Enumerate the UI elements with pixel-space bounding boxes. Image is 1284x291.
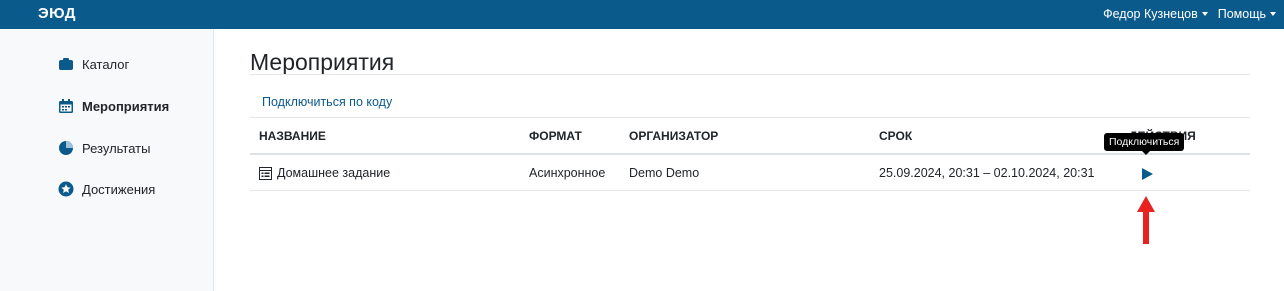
- annotation-arrow-icon: [1137, 196, 1155, 244]
- sidebar: Каталог Мероприятия Результаты Достижени…: [0, 29, 214, 291]
- event-format: Асинхронное: [529, 166, 606, 180]
- sidebar-item-events[interactable]: Мероприятия: [58, 98, 169, 114]
- event-name: Домашнее задание: [277, 166, 391, 180]
- divider: [250, 74, 1250, 75]
- chevron-down-icon: [1270, 12, 1276, 16]
- star-badge-icon: [58, 181, 74, 197]
- event-period: 25.09.2024, 20:31 – 02.10.2024, 20:31: [879, 166, 1095, 180]
- top-navbar: ЭЮД Федор Кузнецов Помощь: [0, 0, 1284, 29]
- column-header-name[interactable]: НАЗВАНИЕ: [259, 129, 326, 143]
- top-right-menus: Федор Кузнецов Помощь: [1103, 7, 1276, 21]
- column-header-format[interactable]: ФОРМАТ: [529, 129, 582, 143]
- catalog-icon: [59, 58, 73, 70]
- app-logo[interactable]: ЭЮД: [38, 5, 76, 22]
- sidebar-item-achievements[interactable]: Достижения: [58, 181, 155, 197]
- page-title: Мероприятия: [250, 49, 395, 75]
- chevron-down-icon: [1201, 12, 1208, 16]
- play-icon[interactable]: [1140, 167, 1154, 181]
- join-by-code-link[interactable]: Подключиться по коду: [262, 95, 392, 109]
- calendar-icon: [59, 99, 73, 113]
- sidebar-item-label: Достижения: [82, 181, 156, 197]
- sidebar-item-label: Каталог: [82, 56, 130, 72]
- event-name-cell: Домашнее задание: [259, 166, 390, 180]
- event-type-icon: [259, 166, 272, 180]
- column-header-organizer[interactable]: ОРГАНИЗАТОР: [629, 129, 718, 143]
- column-header-period[interactable]: СРОК: [879, 129, 912, 143]
- table-header-divider: [250, 153, 1250, 155]
- tooltip-arrow: [1142, 151, 1150, 155]
- user-menu-dropdown[interactable]: Федор Кузнецов: [1103, 7, 1208, 21]
- event-organizer: Demo Demo: [629, 166, 700, 180]
- divider: [250, 117, 1250, 118]
- tooltip: Подключиться: [1104, 133, 1185, 151]
- pie-chart-icon: [59, 141, 73, 155]
- sidebar-item-label: Результаты: [82, 140, 151, 156]
- divider: [250, 190, 1250, 191]
- help-menu-dropdown[interactable]: Помощь: [1218, 7, 1276, 21]
- help-menu-label: Помощь: [1217, 7, 1266, 21]
- sidebar-item-label: Мероприятия: [82, 98, 170, 114]
- sidebar-item-results[interactable]: Результаты: [58, 140, 150, 156]
- sidebar-item-catalog[interactable]: Каталог: [58, 56, 129, 72]
- user-menu-label: Федор Кузнецов: [1103, 7, 1198, 21]
